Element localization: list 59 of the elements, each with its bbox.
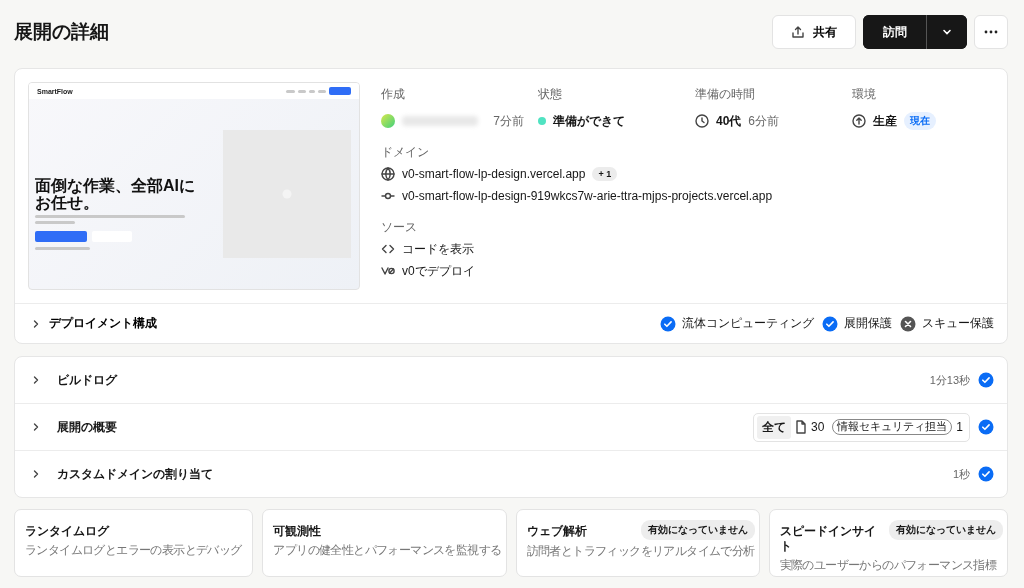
section-label: ソース <box>381 219 418 236</box>
status-badge: 有効になっていません <box>640 520 755 540</box>
field-label: 準備の時間 <box>695 86 756 103</box>
section-label: ドメイン <box>381 144 430 161</box>
hero-headline: 面倒な作業、全部AIにお任せ。 <box>35 178 195 212</box>
status-value: 準備ができて <box>553 112 625 130</box>
tool-description: 実際のユーザーからのパフォーマンス指標 <box>779 557 998 574</box>
step-toggle[interactable]: ビルドログ <box>49 371 922 389</box>
source-link[interactable]: コードを表示 <box>402 240 474 258</box>
field-label: 環境 <box>852 86 877 103</box>
blurred-text <box>35 246 90 250</box>
file-icon <box>794 420 807 434</box>
page-title: 展開の詳細 <box>14 20 110 44</box>
field-label: 作成 <box>381 86 406 103</box>
step-duration: 1分13秒 <box>929 372 970 388</box>
count-badge: + 1 <box>592 167 618 181</box>
filter-all-tab[interactable]: 全て <box>756 415 791 439</box>
feature-label: 展開保護 <box>844 315 892 332</box>
step-toggle[interactable]: 展開の概要 <box>49 418 745 436</box>
tool-card[interactable]: 可観測性 アプリの健全性とパフォーマンスを監視する <box>262 509 507 577</box>
share-button[interactable]: 共有 <box>772 15 856 49</box>
section-toggle[interactable]: デプロイメント構成 <box>49 315 652 332</box>
tool-title: ランタイムログ <box>25 524 111 539</box>
more-icon <box>984 30 998 34</box>
arrow-up-circle-icon <box>852 114 866 128</box>
visit-button[interactable]: 訪問 <box>863 15 927 49</box>
tool-description: 訪問者とトラフィックをリアルタイムで分析 <box>526 543 755 560</box>
tool-description: ランタイムログとエラーの表示とデバッグ <box>25 542 243 559</box>
feature-label: 流体コンピューティング <box>682 315 814 332</box>
code-icon <box>381 242 395 256</box>
tool-card[interactable]: スピードインサイト 有効になっていません 実際のユーザーからのパフォーマンス指標 <box>768 509 1008 577</box>
step-duration: 1秒 <box>952 466 970 482</box>
status-badge: 有効になっていません <box>889 520 1003 540</box>
ready-ago: 6分前 <box>748 112 780 130</box>
globe-icon <box>381 167 395 181</box>
created-time: 7分前 <box>493 112 524 130</box>
source-link[interactable]: v0でデプロイ <box>402 262 475 280</box>
clock-icon <box>695 114 709 128</box>
cta-button <box>35 230 87 242</box>
tool-title: ウェブ解析 <box>526 524 588 539</box>
tool-description: アプリの健全性とパフォーマンスを監視する <box>273 542 502 559</box>
nav-sign-in-button <box>329 87 351 95</box>
role-count: 1 <box>956 420 963 434</box>
domain-link[interactable]: v0-smart-flow-lp-design-919wkcs7w-arie-ttra-mjps-projects.vercel.app <box>402 189 773 203</box>
current-badge: 現在 <box>904 112 936 130</box>
step-toggle[interactable]: カスタムドメインの割り当て <box>49 465 945 483</box>
environment-value: 生産 <box>873 112 897 130</box>
file-count: 30 <box>810 420 825 434</box>
tool-card[interactable]: ウェブ解析 有効になっていません 訪問者とトラフィックをリアルタイムで分析 <box>515 509 760 577</box>
duration-value: 40代 <box>716 112 742 130</box>
tool-title: 可観測性 <box>273 524 323 539</box>
share-icon <box>791 25 805 39</box>
domain-link[interactable]: v0-smart-flow-lp-design.vercel.app <box>402 167 586 181</box>
tool-title: スピードインサイト <box>779 524 877 554</box>
user-avatar <box>381 114 395 128</box>
tool-card[interactable]: ランタイムログ ランタイムログとエラーの表示とデバッグ <box>14 509 254 577</box>
blurred-text <box>35 220 75 224</box>
feature-label: スキュー保護 <box>922 315 994 332</box>
field-label: 状態 <box>538 86 563 103</box>
